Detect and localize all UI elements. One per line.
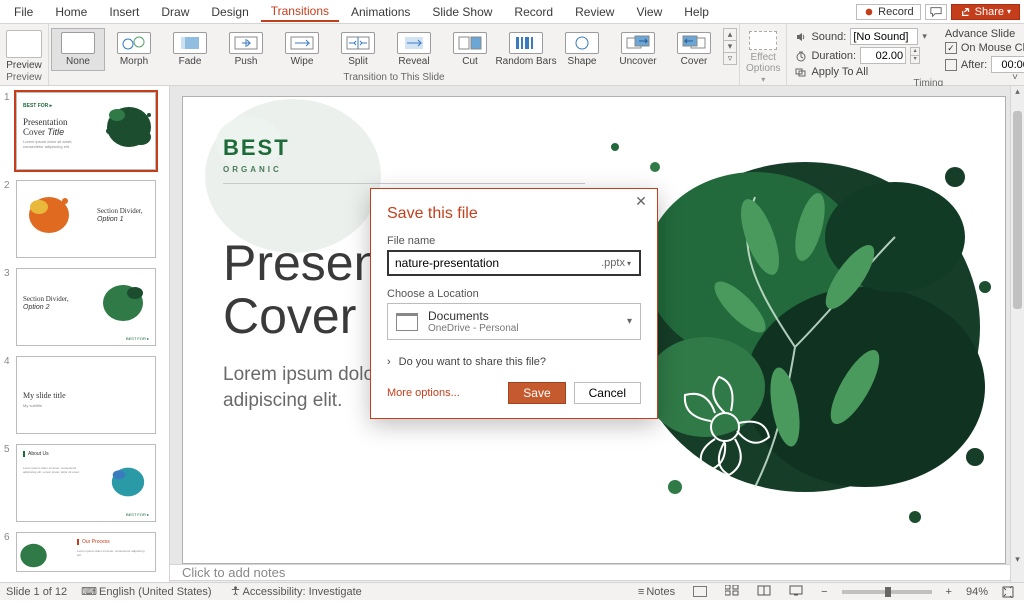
chevron-down-icon: ▾ [627,316,632,327]
chevron-down-icon: ▾ [627,259,631,268]
location-name: Documents [428,309,519,323]
dialog-close-button[interactable]: ✕ [631,193,651,213]
filename-input[interactable] [389,252,593,274]
file-ext-label: .pptx [601,257,625,269]
dialog-layer: ✕ Save this file File name .pptx ▾ Choos… [0,0,1024,614]
chevron-right-icon: › [387,356,391,368]
save-dialog: ✕ Save this file File name .pptx ▾ Choos… [370,188,658,419]
share-prompt-row[interactable]: › Do you want to share this file? [371,346,657,368]
cancel-button[interactable]: Cancel [574,382,641,404]
file-extension-select[interactable]: .pptx ▾ [593,252,639,274]
save-button[interactable]: Save [508,382,565,404]
close-icon: ✕ [635,193,647,209]
dialog-title: Save this file [371,189,657,229]
more-options-link[interactable]: More options... [387,387,460,399]
filename-label: File name [387,235,641,247]
location-sub: OneDrive - Personal [428,323,519,334]
location-select[interactable]: Documents OneDrive - Personal ▾ [387,303,641,340]
location-label: Choose a Location [387,288,641,300]
share-prompt-text: Do you want to share this file? [399,356,546,368]
folder-icon [396,313,418,331]
